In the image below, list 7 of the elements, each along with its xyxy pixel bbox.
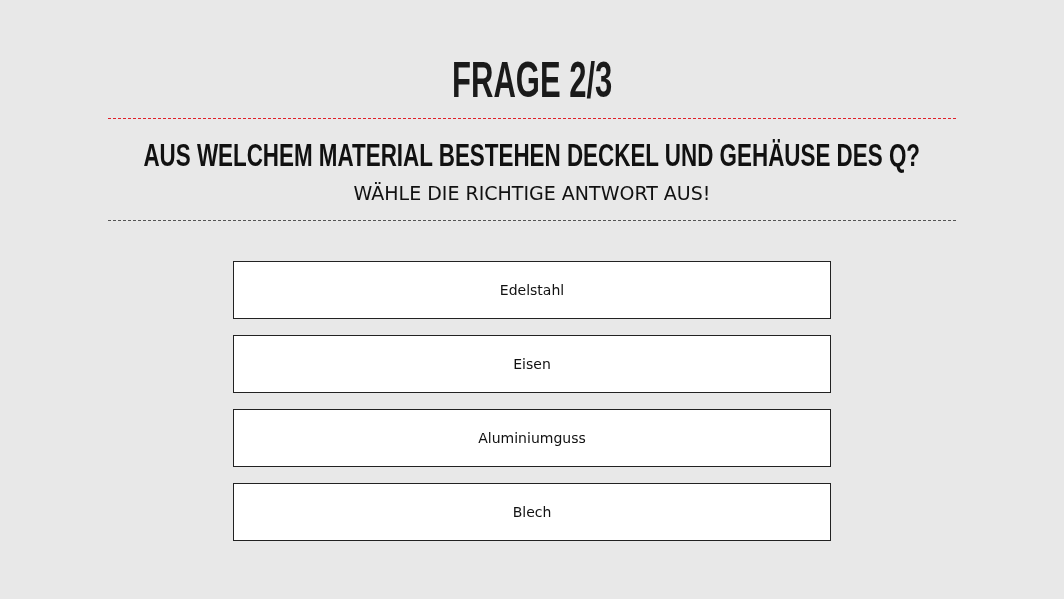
question-text: AUS WELCHEM MATERIAL BESTEHEN DECKEL UND GEHÄUSE DES Q? xyxy=(143,137,921,173)
answer-button[interactable]: Edelstahl xyxy=(233,261,831,319)
answer-button[interactable]: Eisen xyxy=(233,335,831,393)
answer-button[interactable]: Aluminiumguss xyxy=(233,409,831,467)
quiz-title: FRAGE 2/3 xyxy=(451,52,613,108)
instruction-text: WÄHLE DIE RICHTIGE ANTWORT AUS! xyxy=(353,181,711,205)
answer-button[interactable]: Blech xyxy=(233,483,831,541)
